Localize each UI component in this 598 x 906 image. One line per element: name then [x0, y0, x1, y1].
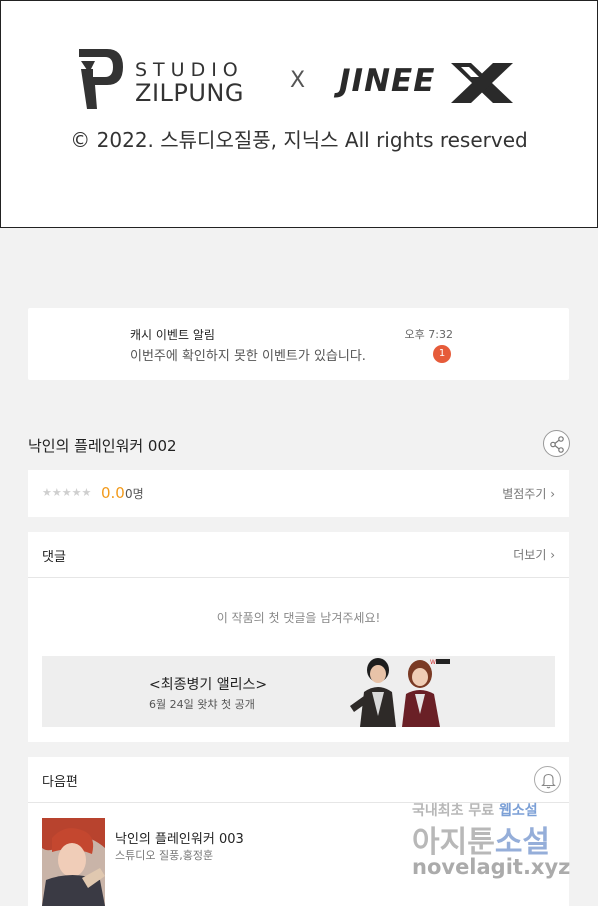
next-episode-header: 다음편 [28, 757, 569, 803]
rating-stars: ★★★★★ [42, 486, 92, 499]
bell-icon [541, 773, 556, 789]
jineex-logo: JINEE [339, 59, 517, 107]
rating-score: 0.0 [101, 484, 125, 502]
rating-count: 0명 [125, 487, 144, 501]
share-button[interactable] [543, 430, 570, 457]
cash-event-notification[interactable]: 캐시 이벤트 알림 이번주에 확인하지 못한 이벤트가 있습니다. 오후 7:3… [28, 308, 569, 380]
ad-title: <최종병기 앨리스> [149, 677, 268, 693]
notification-badge: 1 [433, 345, 451, 363]
studio-word: STUDIO [135, 59, 244, 81]
episode-title: 낙인의 플레인워커 002 [28, 437, 177, 455]
notification-title: 캐시 이벤트 알림 [130, 328, 215, 342]
svg-text:W: W [430, 659, 436, 666]
next-episode-authors: 스튜디오 질풍,홍정훈 [115, 849, 214, 862]
watermark-url: novelagit.xyz [412, 855, 571, 879]
ad-subtitle: 6월 24일 왓챠 첫 공개 [149, 698, 255, 711]
zilpung-word: ZILPUNG [135, 79, 244, 107]
rating-row: ★★★★★ 0.0 0명 별점주기 › [28, 470, 569, 517]
notification-time: 오후 7:32 [404, 328, 453, 341]
share-icon [550, 436, 564, 453]
copyright-text: © 2022. 스튜디오질풍, 지닉스 All rights reserved [70, 128, 528, 152]
comments-more-link[interactable]: 더보기 › [513, 546, 555, 563]
notification-body: 이번주에 확인하지 못한 이벤트가 있습니다. [130, 349, 366, 364]
studio-zilpung-logo: STUDIO ZILPUNG [77, 47, 257, 111]
credit-banner: STUDIO ZILPUNG X JINEE © 2022. 스튜디오질풍, 지… [0, 0, 598, 228]
episode-thumbnail-image [42, 818, 105, 906]
zilpung-logo-mark [79, 49, 123, 109]
collab-x: X [290, 68, 306, 93]
subscribe-alert-button[interactable] [534, 766, 561, 793]
next-episode-name[interactable]: 낙인의 플레인워커 003 [115, 828, 244, 847]
rate-button[interactable]: 별점주기 › [502, 485, 555, 502]
site-watermark: 국내최초 무료 웹소설 아지툰소설 novelagit.xyz [412, 800, 592, 890]
jineex-x-mark [451, 63, 513, 103]
comments-title: 댓글 [42, 550, 66, 565]
next-episode-title: 다음편 [42, 775, 78, 790]
comments-empty-message: 이 작품의 첫 댓글을 남겨주세요! [216, 611, 381, 625]
ad-banner[interactable]: <최종병기 앨리스> 6월 24일 왓챠 첫 공개 W [42, 656, 555, 727]
comments-header: 댓글 더보기 › [28, 532, 569, 578]
next-episode-thumbnail[interactable] [42, 818, 105, 906]
comments-card: 댓글 더보기 › 이 작품의 첫 댓글을 남겨주세요! <최종병기 앨리스> 6… [28, 532, 569, 742]
ad-characters-image: W [342, 656, 462, 727]
jinee-word: JINEE [339, 63, 436, 99]
